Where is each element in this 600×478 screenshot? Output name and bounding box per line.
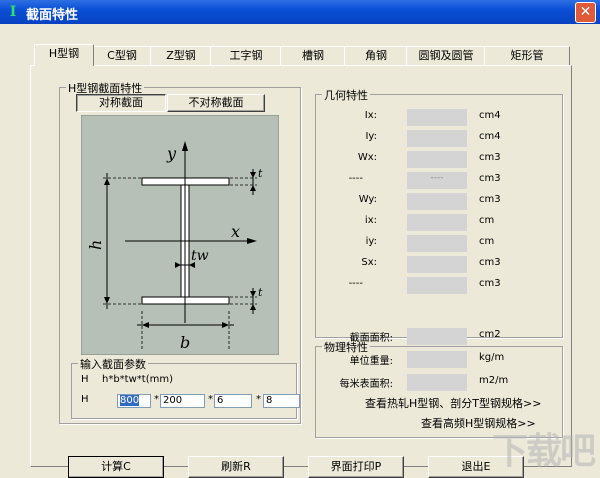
close-button[interactable]: ✕ — [575, 2, 596, 23]
param-b-input[interactable]: 200 — [160, 394, 205, 408]
geometry-label-iy-moment: Iy: — [365, 131, 377, 142]
param-h-value: 800 — [120, 395, 140, 406]
tab-rect-tube[interactable]: 矩形管 — [484, 46, 570, 65]
physical-value-weight — [407, 351, 467, 368]
param-row-prefix: H — [81, 394, 89, 405]
geometry-unit-iy-moment: cm4 — [479, 131, 501, 142]
diagram-label-t-bottom: t — [258, 286, 263, 299]
tab-c-steel[interactable]: C型钢 — [92, 46, 152, 65]
tab-angle[interactable]: 角钢 — [344, 46, 408, 65]
param-separator-3: * — [256, 394, 261, 405]
tab-i-beam[interactable]: 工字钢 — [210, 46, 282, 65]
symmetric-section-button[interactable]: 对称截面 — [76, 94, 166, 112]
formula-prefix: H — [81, 374, 89, 385]
geometry-unit-dash-2: cm3 — [479, 278, 501, 289]
physical-unit-weight: kg/m — [479, 352, 505, 363]
tab-round-tube[interactable]: 圆钢及圆管 — [406, 46, 486, 65]
diagram-label-tw: tw — [191, 248, 209, 264]
physical-label-weight: 单位重量: — [349, 356, 393, 367]
param-separator-1: * — [154, 394, 159, 405]
params-group-title: 输入截面参数 — [78, 356, 148, 372]
param-h-input[interactable]: 800 — [117, 394, 151, 408]
geometry-label-ix-radius: ix: — [364, 215, 377, 226]
geometry-unit-ix-radius: cm — [479, 215, 495, 226]
physical-value-surface — [407, 374, 467, 391]
app-icon: I — [9, 4, 17, 20]
physical-unit-area: cm2 — [479, 329, 501, 340]
params-group: 输入截面参数 — [71, 356, 297, 419]
diagram-label-t-top: t — [258, 167, 263, 180]
tab-z-steel[interactable]: Z型钢 — [150, 46, 212, 65]
tab-channel[interactable]: 槽钢 — [280, 46, 346, 65]
param-tw-input[interactable]: 6 — [214, 394, 252, 408]
title-bar: I 截面特性 ✕ — [0, 0, 600, 24]
geometry-value-ix-moment — [407, 109, 467, 126]
geometry-value-dash-1: ---- — [407, 172, 467, 189]
geometry-unit-ix-moment: cm4 — [479, 110, 501, 121]
tab-h-steel[interactable]: H型钢 — [34, 44, 94, 66]
refresh-button[interactable]: 刷新R — [188, 456, 284, 478]
geometry-unit-wx: cm3 — [479, 152, 501, 163]
physical-label-surface: 每米表面积: — [339, 379, 393, 390]
h-section-diagram: y x h b tw t t — [81, 115, 279, 355]
tab-panel: H型钢截面特性 对称截面 不对称截面 y x h b tw t t 输入截面参数… — [30, 65, 572, 467]
geometry-label-dash-1: ---- — [348, 173, 363, 184]
diagram-label-b: b — [180, 333, 190, 352]
geometry-value-iy-moment — [407, 130, 467, 147]
calculate-button[interactable]: 计算C — [68, 456, 164, 478]
geometry-label-iy-radius: iy: — [365, 236, 377, 247]
geometry-value-sx — [407, 256, 467, 273]
diagram-label-x: x — [231, 222, 240, 241]
diagram-label-h: h — [86, 240, 105, 250]
geometry-label-wy: Wy: — [358, 194, 377, 205]
param-separator-2: * — [208, 394, 213, 405]
geometry-value-iy-radius — [407, 235, 467, 252]
geometry-label-dash-2: ---- — [348, 278, 363, 289]
hot-rolled-spec-link[interactable]: 查看热轧H型钢、剖分T型钢规格>> — [365, 395, 541, 411]
physical-value-area — [407, 328, 467, 345]
geometry-label-wx: Wx: — [357, 152, 377, 163]
param-t-input[interactable]: 8 — [263, 394, 300, 408]
geometry-unit-iy-radius: cm — [479, 236, 495, 247]
main-window: H型钢 C型钢 Z型钢 工字钢 槽钢 角钢 圆钢及圆管 矩形管 H型钢截面特性 … — [0, 24, 600, 478]
geometry-unit-sx: cm3 — [479, 257, 501, 268]
physical-unit-surface: m2/m — [479, 375, 509, 386]
window-title: 截面特性 — [26, 8, 79, 23]
geometry-label-ix-moment: Ix: — [364, 110, 377, 121]
formula-text: h*b*tw*t(mm) — [102, 374, 173, 385]
geometry-group-title: 几何特性 — [322, 87, 370, 103]
geometry-value-dash-2 — [407, 277, 467, 294]
geometry-unit-wy: cm3 — [479, 194, 501, 205]
watermark-logo: 下载吧 — [491, 431, 596, 472]
diagram-label-y: y — [166, 144, 177, 163]
print-button[interactable]: 界面打印P — [308, 456, 404, 478]
geometry-value-wy — [407, 193, 467, 210]
geometry-unit-dash-1: cm3 — [479, 173, 501, 184]
geometry-value-ix-radius — [407, 214, 467, 231]
geometry-value-wx — [407, 151, 467, 168]
geometry-label-sx: Sx: — [361, 257, 377, 268]
physical-label-area: 截面面积: — [349, 333, 393, 344]
asymmetric-section-button[interactable]: 不对称截面 — [167, 94, 265, 112]
